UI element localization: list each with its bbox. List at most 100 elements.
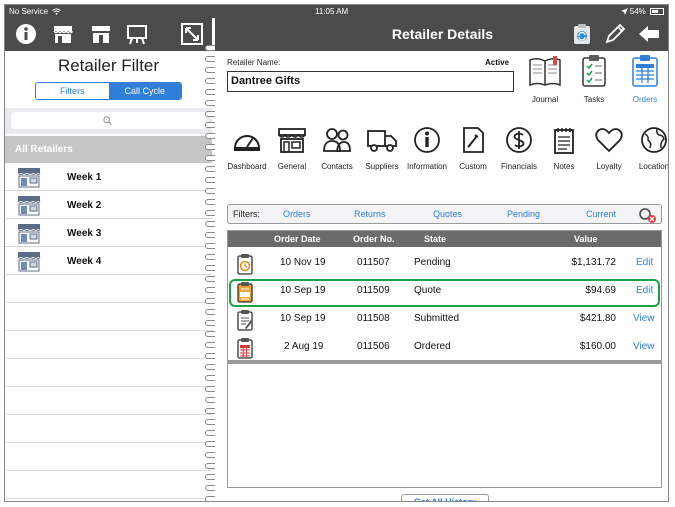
sync-clipboard-icon[interactable] [572,23,592,45]
tab-information[interactable]: Information [403,126,451,171]
week-label: Week 1 [67,172,102,183]
orders-icon [632,55,658,87]
globe-icon [641,127,667,153]
tab-dashboard[interactable]: Dashboard [223,126,271,171]
category-label: Location [638,162,669,171]
store-icon[interactable] [52,23,74,45]
calendar-store-icon [17,224,41,244]
category-label: Information [406,162,448,171]
tab-loyalty[interactable]: Loyalty [585,126,633,171]
store-add-icon[interactable] [90,23,112,45]
journal-button[interactable]: Journal [523,54,567,104]
tab-general[interactable]: General [268,126,316,171]
panel-title: Retailer Filter [57,56,160,75]
battery-icon [650,8,664,15]
category-label: Suppliers [365,162,399,171]
week-label: Week 2 [67,200,102,211]
column-value[interactable]: Value [574,234,598,244]
notes-icon [554,128,574,154]
carrier-label: No Service [9,7,49,16]
view-button[interactable]: View [633,341,655,352]
category-label: Loyalty [596,162,622,171]
pencil-icon[interactable] [604,23,626,45]
table-row[interactable]: 10 Nov 19 011507 Pending $1,131.72 Edit [228,249,661,277]
right-toolbar: Retailer Details [215,18,668,51]
location-arrow-icon [620,8,628,15]
view-button[interactable]: View [633,313,655,324]
order-value: $1,131.72 [571,257,617,268]
clear-filter-icon[interactable] [637,207,657,223]
segment-filters[interactable]: Filters [36,83,109,99]
journal-label: Journal [531,95,559,104]
segmented-control: Filters Call Cycle [35,82,182,100]
edit-button[interactable]: Edit [636,257,653,268]
column-order-no[interactable]: Order No. [353,234,395,244]
table-divider [228,360,661,364]
ordered-clipboard-icon [237,338,253,359]
contacts-icon [323,128,351,152]
category-bar: Dashboard General Contacts Suppliers Inf… [223,126,668,176]
battery-percent: 54% [629,7,646,16]
tasks-label: Tasks [583,95,605,104]
table-header: Order Date Order No. State Value [228,231,661,247]
category-label: Notes [553,162,575,171]
filters-label: Filters: [233,209,260,219]
tab-custom[interactable]: Custom [449,126,497,171]
info-icon[interactable] [15,23,37,45]
tab-location[interactable]: Location [630,126,669,171]
order-state: Ordered [414,341,451,352]
heart-icon [595,128,623,153]
order-number: 011508 [357,313,390,324]
week-label: Week 3 [67,228,102,239]
column-order-date[interactable]: Order Date [274,234,321,244]
left-toolbar [5,18,212,51]
table-row[interactable]: 10 Sep 19 011508 Submitted $421.80 View [228,305,661,333]
tab-financials[interactable]: Financials [495,126,543,171]
category-label: Contacts [321,162,353,171]
tasks-button[interactable]: Tasks [572,54,616,104]
status-bar: No Service 11:05 AM 54% [5,5,668,18]
empty-list-rows [5,275,212,499]
category-label: Financials [500,162,537,171]
back-arrow-icon[interactable] [637,23,661,45]
category-label: Dashboard [227,162,267,171]
search-input[interactable] [11,112,206,129]
submitted-clipboard-icon [237,310,253,331]
search-bar [5,108,212,134]
order-state: Pending [414,257,451,268]
list-item[interactable]: Week 4 [5,247,212,275]
tab-notes[interactable]: Notes [540,126,588,171]
order-number: 011506 [357,341,390,352]
get-all-history-button[interactable]: Get All History [401,494,489,501]
list-item[interactable]: Week 1 [5,163,212,191]
all-retailers-header[interactable]: All Retailers [5,136,212,163]
expand-icon[interactable] [181,23,203,45]
filter-current[interactable]: Current [586,209,616,219]
filter-returns[interactable]: Returns [354,209,386,219]
segment-call-cycle[interactable]: Call Cycle [108,83,181,99]
filters-bar: Filters: Orders Returns Quotes Pending C… [227,204,662,224]
order-value: $160.00 [579,341,616,352]
calendar-store-icon [17,168,41,188]
retailer-details-panel: Retailer Details Retailer Name: Active D… [215,18,668,501]
pending-clipboard-icon [237,254,253,275]
presentation-icon[interactable] [126,23,148,45]
week-label: Week 4 [67,256,102,267]
list-item[interactable]: Week 2 [5,191,212,219]
tab-contacts[interactable]: Contacts [313,126,361,171]
week-list: Week 1 Week 2 Week 3 Week 4 [5,163,212,275]
status-badge: Active [485,58,510,67]
list-item[interactable]: Week 3 [5,219,212,247]
tab-suppliers[interactable]: Suppliers [358,126,406,171]
table-row[interactable]: 2 Aug 19 011506 Ordered $160.00 View [228,333,661,361]
journal-icon [529,56,561,87]
filter-quotes[interactable]: Quotes [433,209,462,219]
filter-orders[interactable]: Orders [283,209,311,219]
search-icon [103,116,112,125]
custom-icon [463,127,484,153]
retailer-filter-panel: Retailer Filter Filters Call Cycle All R… [5,18,212,501]
filter-pending[interactable]: Pending [507,209,540,219]
retailer-name-field[interactable]: Dantree Gifts [227,71,514,92]
orders-button[interactable]: Orders [623,54,667,104]
column-state[interactable]: State [424,234,446,244]
